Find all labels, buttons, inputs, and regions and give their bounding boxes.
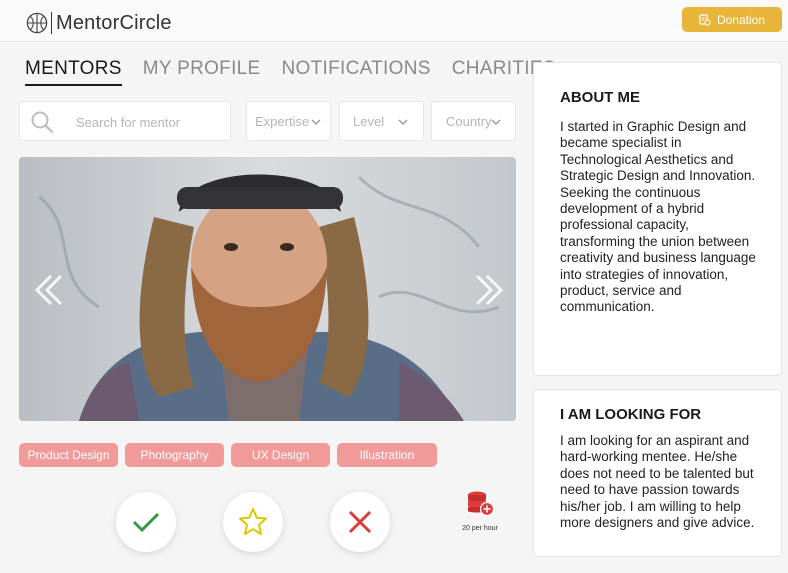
tag-ux-design[interactable]: UX Design <box>231 443 330 467</box>
next-arrow-icon[interactable] <box>473 272 507 308</box>
hourly-rate: 20 per hour <box>456 490 504 532</box>
basketball-icon <box>26 12 48 34</box>
previous-arrow-icon[interactable] <box>31 272 65 308</box>
tag-photography[interactable]: Photography <box>125 443 224 467</box>
tab-mentors[interactable]: MENTORS <box>25 58 122 86</box>
rate-label: 20 per hour <box>462 525 498 532</box>
mentor-photo-carousel <box>19 157 516 421</box>
expertise-label: Expertise <box>255 114 310 129</box>
chevron-down-icon <box>491 119 501 125</box>
logo[interactable]: MentorCircle <box>26 11 172 35</box>
favorite-button[interactable] <box>223 492 283 552</box>
country-select[interactable]: Country <box>431 101 516 141</box>
expertise-select[interactable]: Expertise <box>246 101 331 141</box>
level-select[interactable]: Level <box>339 101 424 141</box>
tab-my-profile[interactable]: MY PROFILE <box>143 58 261 86</box>
top-bar: MentorCircle Donation <box>0 0 788 42</box>
donation-label: Donation <box>716 12 766 27</box>
about-me-title: ABOUT ME <box>560 89 640 106</box>
main-tabs: MENTORS MY PROFILE NOTIFICATIONS CHARITI… <box>25 58 577 86</box>
country-label: Country <box>446 114 492 129</box>
check-icon <box>132 512 160 533</box>
tab-notifications[interactable]: NOTIFICATIONS <box>282 58 431 86</box>
donation-icon <box>699 13 711 26</box>
search-icon <box>31 111 54 134</box>
skill-tags: Product Design Photography UX Design Ill… <box>19 443 444 467</box>
about-me-card: ABOUT ME I started in Graphic Design and… <box>533 62 782 376</box>
accept-button[interactable] <box>116 492 176 552</box>
mentor-photo <box>19 157 516 421</box>
tag-illustration[interactable]: Illustration <box>337 443 437 467</box>
search-input[interactable] <box>76 112 226 132</box>
about-me-text: I started in Graphic Design and became s… <box>560 119 756 315</box>
donation-button[interactable]: Donation <box>682 7 782 32</box>
reject-button[interactable] <box>330 492 390 552</box>
looking-for-text: I am looking for an aspirant and hard-wo… <box>560 433 755 531</box>
looking-for-title: I AM LOOKING FOR <box>560 406 702 423</box>
app-name: MentorCircle <box>56 11 172 34</box>
chevron-down-icon <box>311 119 321 125</box>
star-icon <box>239 508 267 535</box>
level-label: Level <box>353 114 385 129</box>
logo-divider <box>51 12 52 34</box>
chevron-down-icon <box>398 119 408 125</box>
looking-for-card: I AM LOOKING FOR I am looking for an asp… <box>533 389 782 557</box>
coin-stack-add-icon <box>468 491 495 517</box>
search-box <box>19 101 231 141</box>
close-icon <box>348 510 372 534</box>
tag-product-design[interactable]: Product Design <box>19 443 118 467</box>
